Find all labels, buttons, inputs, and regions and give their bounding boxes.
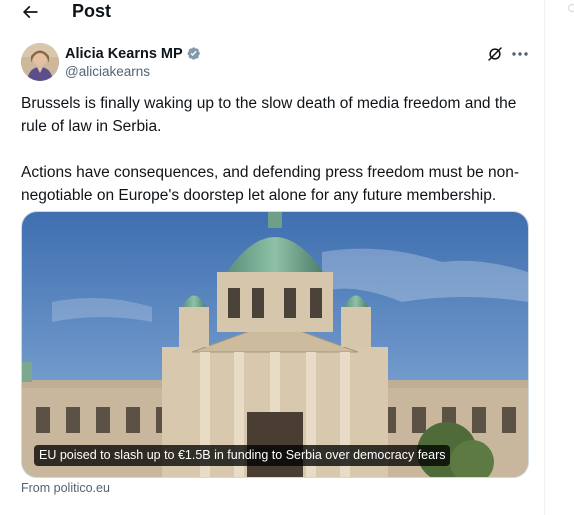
author-info: Alicia Kearns MP @aliciakearns <box>65 44 201 79</box>
more-horizontal-icon <box>512 52 528 56</box>
link-card-caption: EU poised to slash up to €1.5B in fundin… <box>34 445 451 466</box>
post-column: Post Alicia Kearns MP @aliciakearns Brus… <box>0 0 545 515</box>
loading-spinner-icon <box>568 4 574 12</box>
header-bar: Post <box>0 0 544 26</box>
page-title: Post <box>72 1 112 21</box>
grok-button[interactable] <box>486 45 504 63</box>
card-image <box>22 212 528 477</box>
avatar[interactable] <box>21 43 59 81</box>
verified-badge-icon <box>186 46 201 61</box>
grok-icon <box>488 47 502 61</box>
arrow-left-icon <box>22 5 38 19</box>
back-button[interactable] <box>18 0 42 24</box>
more-options-button[interactable] <box>509 45 531 63</box>
author-handle[interactable]: @aliciakearns <box>65 64 201 79</box>
tweet-text: Brussels is finally waking up to the slo… <box>21 92 531 207</box>
link-card[interactable]: EU poised to slash up to €1.5B in fundin… <box>21 211 529 478</box>
link-source[interactable]: From politico.eu <box>21 481 110 495</box>
tweet-paragraph: Actions have consequences, and defending… <box>21 164 520 204</box>
author-display-name[interactable]: Alicia Kearns MP <box>65 46 183 62</box>
tweet-paragraph: Brussels is finally waking up to the slo… <box>21 95 517 135</box>
right-sidebar-edge <box>556 0 574 515</box>
